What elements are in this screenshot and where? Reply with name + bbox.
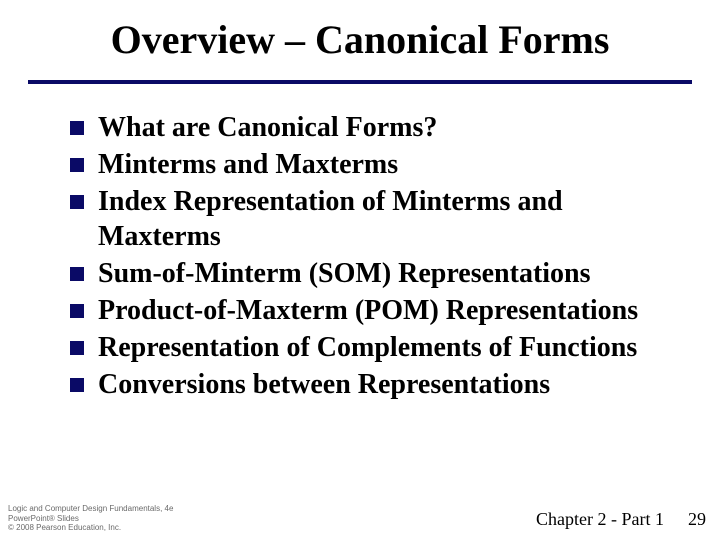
footer-line: PowerPoint® Slides — [8, 514, 173, 523]
square-bullet-icon — [70, 304, 84, 318]
list-item: Product-of-Maxterm (POM) Representations — [70, 293, 690, 328]
square-bullet-icon — [70, 378, 84, 392]
footer-copyright: Logic and Computer Design Fundamentals, … — [8, 504, 173, 532]
square-bullet-icon — [70, 121, 84, 135]
chapter-label: Chapter 2 - Part 1 — [536, 509, 664, 530]
list-item: Representation of Complements of Functio… — [70, 330, 690, 365]
bullet-text: Minterms and Maxterms — [98, 147, 690, 182]
square-bullet-icon — [70, 341, 84, 355]
square-bullet-icon — [70, 158, 84, 172]
list-item: Sum-of-Minterm (SOM) Representations — [70, 256, 690, 291]
title-underline — [28, 80, 692, 84]
list-item: Index Representation of Minterms and Max… — [70, 184, 690, 254]
square-bullet-icon — [70, 267, 84, 281]
slide: Overview – Canonical Forms What are Cano… — [0, 0, 720, 540]
bullet-text: Product-of-Maxterm (POM) Representations — [98, 293, 690, 328]
page-number: 29 — [688, 509, 706, 530]
bullet-text: Conversions between Representations — [98, 367, 690, 402]
footer-chapter-page: Chapter 2 - Part 1 29 — [536, 509, 706, 530]
list-item: What are Canonical Forms? — [70, 110, 690, 145]
slide-body: What are Canonical Forms? Minterms and M… — [70, 110, 690, 404]
bullet-text: What are Canonical Forms? — [98, 110, 690, 145]
list-item: Minterms and Maxterms — [70, 147, 690, 182]
list-item: Conversions between Representations — [70, 367, 690, 402]
footer-line: Logic and Computer Design Fundamentals, … — [8, 504, 173, 513]
footer-line: © 2008 Pearson Education, Inc. — [8, 523, 173, 532]
bullet-text: Sum-of-Minterm (SOM) Representations — [98, 256, 690, 291]
square-bullet-icon — [70, 195, 84, 209]
slide-title: Overview – Canonical Forms — [40, 16, 680, 63]
bullet-text: Index Representation of Minterms and Max… — [98, 184, 690, 254]
bullet-text: Representation of Complements of Functio… — [98, 330, 690, 365]
